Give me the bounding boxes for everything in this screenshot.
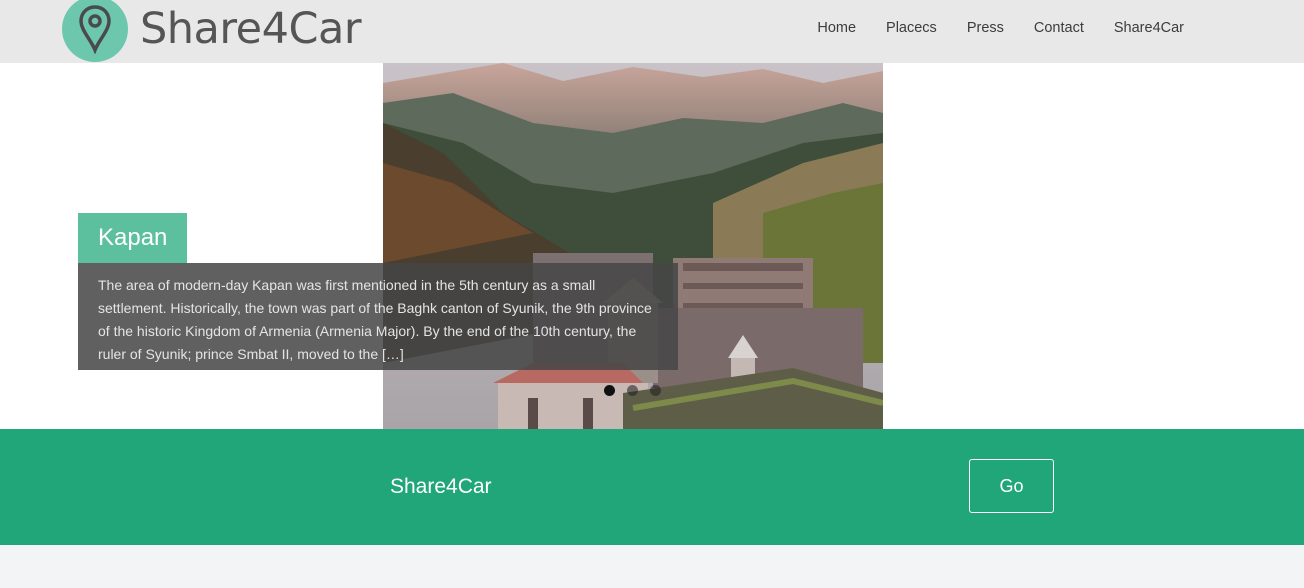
- caption-text: The area of modern-day Kapan was first m…: [78, 263, 678, 370]
- slide-dot-1[interactable]: [604, 385, 615, 396]
- slide-photo: [383, 63, 883, 429]
- cta-band: Share4Car Go: [0, 429, 1304, 545]
- nav-home[interactable]: Home: [817, 20, 856, 36]
- logo-text: Share4Car: [140, 3, 362, 54]
- slide-dot-3[interactable]: [650, 385, 661, 396]
- nav-places[interactable]: Placecs: [886, 20, 937, 36]
- nav-contact[interactable]: Contact: [1034, 20, 1084, 36]
- band-title: Share4Car: [390, 475, 492, 498]
- image-slider: Kapan The area of modern-day Kapan was f…: [0, 63, 1304, 429]
- footer-area: [0, 545, 1304, 588]
- nav-share4car[interactable]: Share4Car: [1114, 20, 1184, 36]
- main-nav: Home Placecs Press Contact Share4Car: [787, 20, 1184, 36]
- nav-press[interactable]: Press: [967, 20, 1004, 36]
- map-pin-icon: [62, 0, 128, 62]
- slider-pagination: [604, 385, 673, 396]
- slide-dot-2[interactable]: [627, 385, 638, 396]
- caption-title: Kapan: [78, 213, 188, 263]
- go-button[interactable]: Go: [969, 459, 1054, 513]
- logo[interactable]: Share4Car: [62, 0, 362, 62]
- site-header: Share4Car Home Placecs Press Contact Sha…: [0, 0, 1304, 63]
